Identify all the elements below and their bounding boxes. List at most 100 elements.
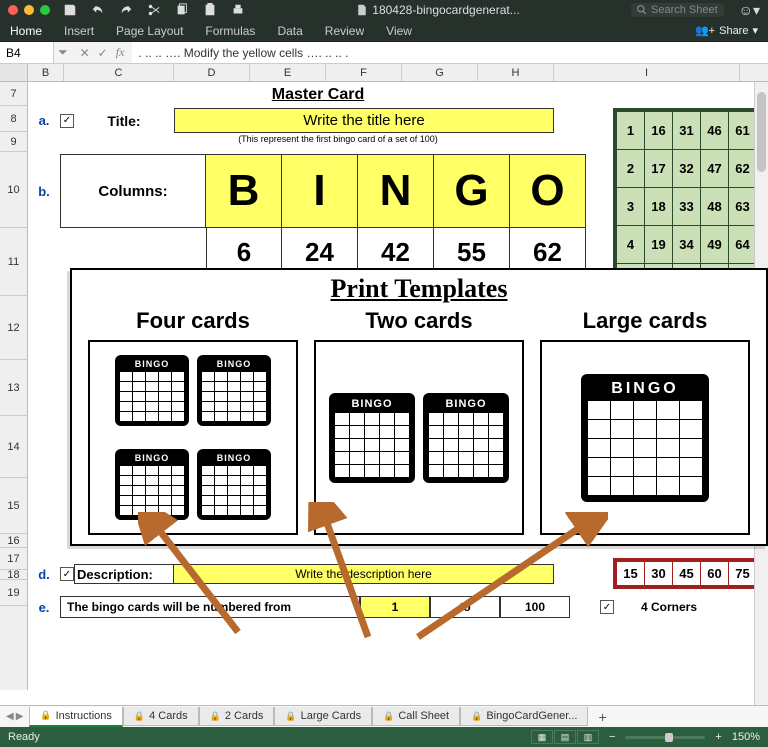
row-header[interactable]: 12	[0, 296, 27, 360]
col-header[interactable]: G	[402, 64, 478, 81]
fx-icon[interactable]: fx	[116, 45, 125, 60]
enter-formula-icon[interactable]: ✓	[98, 46, 108, 60]
cells-area[interactable]: Master Card a. ✓ Title: Write the title …	[28, 82, 768, 690]
letter-cell[interactable]: O	[510, 154, 586, 228]
paste-icon[interactable]	[203, 3, 217, 17]
row-header[interactable]: 18	[0, 570, 27, 580]
name-box[interactable]: B4	[0, 42, 54, 63]
ribbon-tab-page-layout[interactable]: Page Layout	[116, 24, 183, 38]
row-header[interactable]: 15	[0, 478, 27, 534]
save-icon[interactable]	[63, 3, 77, 17]
step-label-e: e.	[28, 600, 60, 615]
page-break-view-button[interactable]: ▥	[577, 730, 599, 744]
ribbon-tab-data[interactable]: Data	[277, 24, 302, 38]
normal-view-button[interactable]: ▦	[531, 730, 553, 744]
title-checkbox[interactable]: ✓	[60, 114, 74, 128]
ref-grid-cell: 47	[701, 150, 729, 188]
share-button[interactable]: 👥+ Share ▾	[695, 24, 758, 37]
ref-grid-cell: 32	[673, 150, 701, 188]
add-sheet-button[interactable]: +	[588, 709, 616, 725]
window-titlebar: 180428-bingocardgenerat... Search Sheet …	[0, 0, 768, 20]
col-header[interactable]: D	[174, 64, 250, 81]
ref-grid-cell: 16	[645, 112, 673, 150]
arrow-icon	[138, 512, 258, 642]
page-layout-view-button[interactable]: ▤	[554, 730, 576, 744]
letter-cell[interactable]: B	[206, 154, 282, 228]
bingo-card-icon: BINGO	[115, 355, 189, 426]
ribbon-tab-review[interactable]: Review	[325, 24, 364, 38]
view-buttons: ▦ ▤ ▥	[531, 730, 599, 744]
lock-icon: 🔒	[383, 711, 394, 722]
zoom-out-button[interactable]: −	[609, 731, 615, 743]
row-header[interactable]: 14	[0, 416, 27, 478]
redo-icon[interactable]	[119, 3, 133, 17]
col-header[interactable]: E	[250, 64, 326, 81]
bingo-card-icon: BINGO	[197, 355, 271, 426]
row-header[interactable]: 7	[0, 82, 27, 106]
arrow-icon	[408, 512, 608, 642]
print-icon[interactable]	[231, 3, 245, 17]
name-box-dropdown-icon[interactable]: ⏷	[54, 45, 72, 60]
slider-thumb[interactable]	[665, 733, 673, 742]
zoom-level[interactable]: 150%	[732, 731, 760, 743]
col-header[interactable]: I	[554, 64, 740, 81]
user-icon[interactable]: ☺▾	[739, 2, 760, 19]
sheet-tab-generator[interactable]: 🔒BingoCardGener...	[460, 707, 588, 726]
bingo-card-icon: BINGO	[423, 393, 509, 483]
row-header[interactable]: 16	[0, 534, 27, 548]
scissors-icon[interactable]	[147, 3, 161, 17]
row-header[interactable]: 10	[0, 152, 27, 228]
formula-input[interactable]: . .. .. …. Modify the yellow cells …. ..…	[132, 42, 768, 63]
sheet-tab-large-cards[interactable]: 🔒Large Cards	[274, 707, 372, 726]
col-header[interactable]: C	[64, 64, 174, 81]
close-icon[interactable]	[8, 5, 18, 15]
zoom-in-button[interactable]: +	[715, 731, 721, 743]
window-controls	[8, 5, 50, 15]
ref-grid-cell: 62	[729, 150, 757, 188]
ref-grid-cell: 61	[729, 112, 757, 150]
bingo-card-icon: BINGO	[329, 393, 415, 483]
letter-cell[interactable]: I	[282, 154, 358, 228]
select-all-corner[interactable]	[0, 64, 28, 81]
ref-grid-cell: 1	[617, 112, 645, 150]
description-checkbox[interactable]: ✓	[60, 567, 74, 581]
ref-grid-cell: 31	[673, 112, 701, 150]
max-numbers-row: 1530456075	[613, 558, 760, 589]
ref-grid-cell: 18	[645, 188, 673, 226]
copy-icon[interactable]	[175, 3, 189, 17]
ribbon-tab-formulas[interactable]: Formulas	[205, 24, 255, 38]
col-header[interactable]: F	[326, 64, 402, 81]
zoom-slider[interactable]	[625, 736, 705, 739]
ribbon-tab-home[interactable]: Home	[10, 24, 42, 38]
zoom-icon[interactable]	[40, 5, 50, 15]
col-header[interactable]: H	[478, 64, 554, 81]
row-header[interactable]: 19	[0, 580, 27, 606]
row-header[interactable]: 11	[0, 228, 27, 296]
undo-icon[interactable]	[91, 3, 105, 17]
sheet-tab-4cards[interactable]: 🔒4 Cards	[123, 707, 199, 726]
row-header[interactable]: 17	[0, 548, 27, 570]
row-header[interactable]: 8	[0, 106, 27, 132]
ribbon-tab-insert[interactable]: Insert	[64, 24, 94, 38]
search-sheet-field[interactable]: Search Sheet	[631, 3, 724, 17]
sheet-nav[interactable]: ◀▶	[0, 711, 29, 722]
minimize-icon[interactable]	[24, 5, 34, 15]
sheet-tab-instructions[interactable]: 🔒Instructions	[29, 707, 122, 727]
cancel-formula-icon[interactable]: ✕	[80, 46, 90, 60]
row-header[interactable]: 9	[0, 132, 27, 152]
spreadsheet-grid[interactable]: 7 8 9 10 11 12 13 14 15 16 17 18 19 Mast…	[0, 82, 768, 690]
letter-cell[interactable]: N	[358, 154, 434, 228]
letter-cell[interactable]: G	[434, 154, 510, 228]
sheet-tabs-bar: ◀▶ 🔒Instructions 🔒4 Cards 🔒2 Cards 🔒Larg…	[0, 705, 768, 727]
step-label-a: a.	[28, 113, 60, 128]
ribbon-tab-view[interactable]: View	[386, 24, 412, 38]
title-input-cell[interactable]: Write the title here	[174, 108, 554, 133]
sheet-tab-call-sheet[interactable]: 🔒Call Sheet	[372, 707, 460, 726]
scrollbar-thumb[interactable]	[757, 92, 766, 172]
sheet-tab-2cards[interactable]: 🔒2 Cards	[199, 707, 275, 726]
row-header[interactable]: 13	[0, 360, 27, 416]
ref-grid-cell: 63	[729, 188, 757, 226]
max-number-cell: 75	[729, 562, 757, 586]
col-header[interactable]: B	[28, 64, 64, 81]
template-label: Large cards	[540, 308, 750, 334]
